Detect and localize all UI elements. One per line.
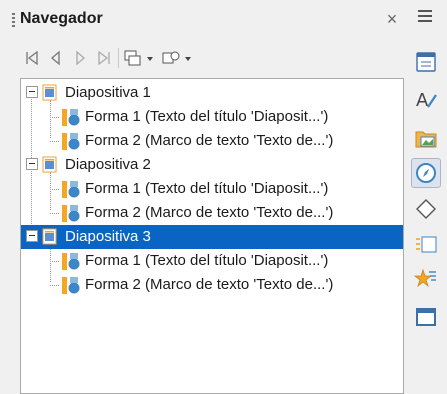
tree-shape-row[interactable]: Forma 2 (Marco de texto 'Texto de...') [21, 201, 403, 225]
first-slide-button[interactable] [20, 46, 44, 70]
tree-slide-row[interactable]: Diapositiva 1 [21, 81, 403, 105]
panel-title: Navegador [20, 10, 103, 27]
properties-icon [416, 52, 436, 72]
sidebar-master-slides-button[interactable] [411, 302, 441, 332]
tree-connector [50, 261, 59, 262]
toolbar-separator [118, 48, 119, 68]
shapes-filter-dropdown[interactable] [159, 46, 197, 70]
navigator-toolbar [20, 46, 197, 70]
shape-label: Forma 2 (Marco de texto 'Texto de...') [85, 276, 334, 293]
shape-icon [62, 181, 80, 198]
sidebar-deck: A [404, 0, 447, 394]
shape-icon [62, 109, 80, 126]
tree-connector [50, 213, 59, 214]
drag-mode-icon [124, 50, 153, 66]
last-slide-button[interactable] [92, 46, 116, 70]
tree-shape-row[interactable]: Forma 2 (Marco de texto 'Texto de...') [21, 129, 403, 153]
svg-text:A: A [416, 90, 429, 111]
sidebar-gallery-button[interactable] [411, 123, 441, 153]
slide-icon [42, 228, 57, 245]
shape-label: Forma 2 (Marco de texto 'Texto de...') [85, 204, 334, 221]
sidebar-navigator-button[interactable] [411, 158, 441, 188]
next-slide-button[interactable] [68, 46, 92, 70]
close-button[interactable]: × [382, 9, 402, 29]
gallery-icon [415, 131, 437, 148]
master-slides-icon [416, 308, 436, 326]
shape-label: Forma 2 (Marco de texto 'Texto de...') [85, 132, 334, 149]
slide-label: Diapositiva 3 [65, 228, 151, 245]
first-slide-icon [26, 50, 38, 66]
sidebar-animation-button[interactable] [411, 264, 441, 294]
navigator-tree: Diapositiva 1 Forma 1 (Texto del título '… [20, 78, 404, 394]
slide-label: Diapositiva 1 [65, 84, 151, 101]
slide-transition-icon [416, 236, 437, 253]
collapse-toggle[interactable] [26, 158, 38, 170]
tree-shape-row[interactable]: Forma 1 (Texto del título 'Diaposit...') [21, 105, 403, 129]
navigator-panel: Navegador × Diapositiva 1 Forma 1 (Texto … [0, 0, 404, 394]
shapes-icon [416, 199, 436, 219]
panel-titlebar: Navegador × [0, 0, 404, 36]
sidebar-styles-button[interactable]: A [411, 84, 441, 114]
tree-slide-row[interactable]: Diapositiva 2 [21, 153, 403, 177]
slide-icon [42, 156, 57, 173]
animation-icon [414, 268, 436, 288]
shape-label: Forma 1 (Texto del título 'Diaposit...') [85, 252, 329, 269]
navigator-icon [416, 163, 436, 183]
shapes-filter-icon [162, 51, 191, 64]
shape-icon [62, 277, 80, 294]
tree-connector [50, 189, 59, 190]
shape-icon [62, 205, 80, 222]
styles-icon: A [416, 90, 437, 111]
previous-slide-icon [51, 50, 60, 66]
slide-label: Diapositiva 2 [65, 156, 151, 173]
sidebar-shapes-button[interactable] [411, 194, 441, 224]
previous-slide-button[interactable] [44, 46, 68, 70]
collapse-toggle[interactable] [26, 86, 38, 98]
last-slide-icon [98, 50, 110, 66]
sidebar-slide-transition-button[interactable] [411, 230, 441, 260]
tree-connector [50, 141, 59, 142]
shape-icon [62, 253, 80, 270]
drag-grip[interactable] [12, 13, 15, 27]
tree-connector [50, 117, 59, 118]
sidebar-properties-button[interactable] [411, 47, 441, 77]
tree-slide-row[interactable]: Diapositiva 3 [21, 225, 403, 249]
collapse-toggle[interactable] [26, 230, 38, 242]
next-slide-icon [76, 50, 85, 66]
shape-label: Forma 1 (Texto del título 'Diaposit...') [85, 180, 329, 197]
tree-shape-row[interactable]: Forma 2 (Marco de texto 'Texto de...') [21, 273, 403, 297]
tree-shape-row[interactable]: Forma 1 (Texto del título 'Diaposit...') [21, 249, 403, 273]
slide-icon [42, 84, 57, 101]
drag-mode-dropdown[interactable] [121, 46, 159, 70]
sidebar-menu-icon[interactable] [418, 10, 432, 22]
shape-label: Forma 1 (Texto del título 'Diaposit...') [85, 108, 329, 125]
shape-icon [62, 133, 80, 150]
tree-shape-row[interactable]: Forma 1 (Texto del título 'Diaposit...') [21, 177, 403, 201]
tree-connector [50, 285, 59, 286]
